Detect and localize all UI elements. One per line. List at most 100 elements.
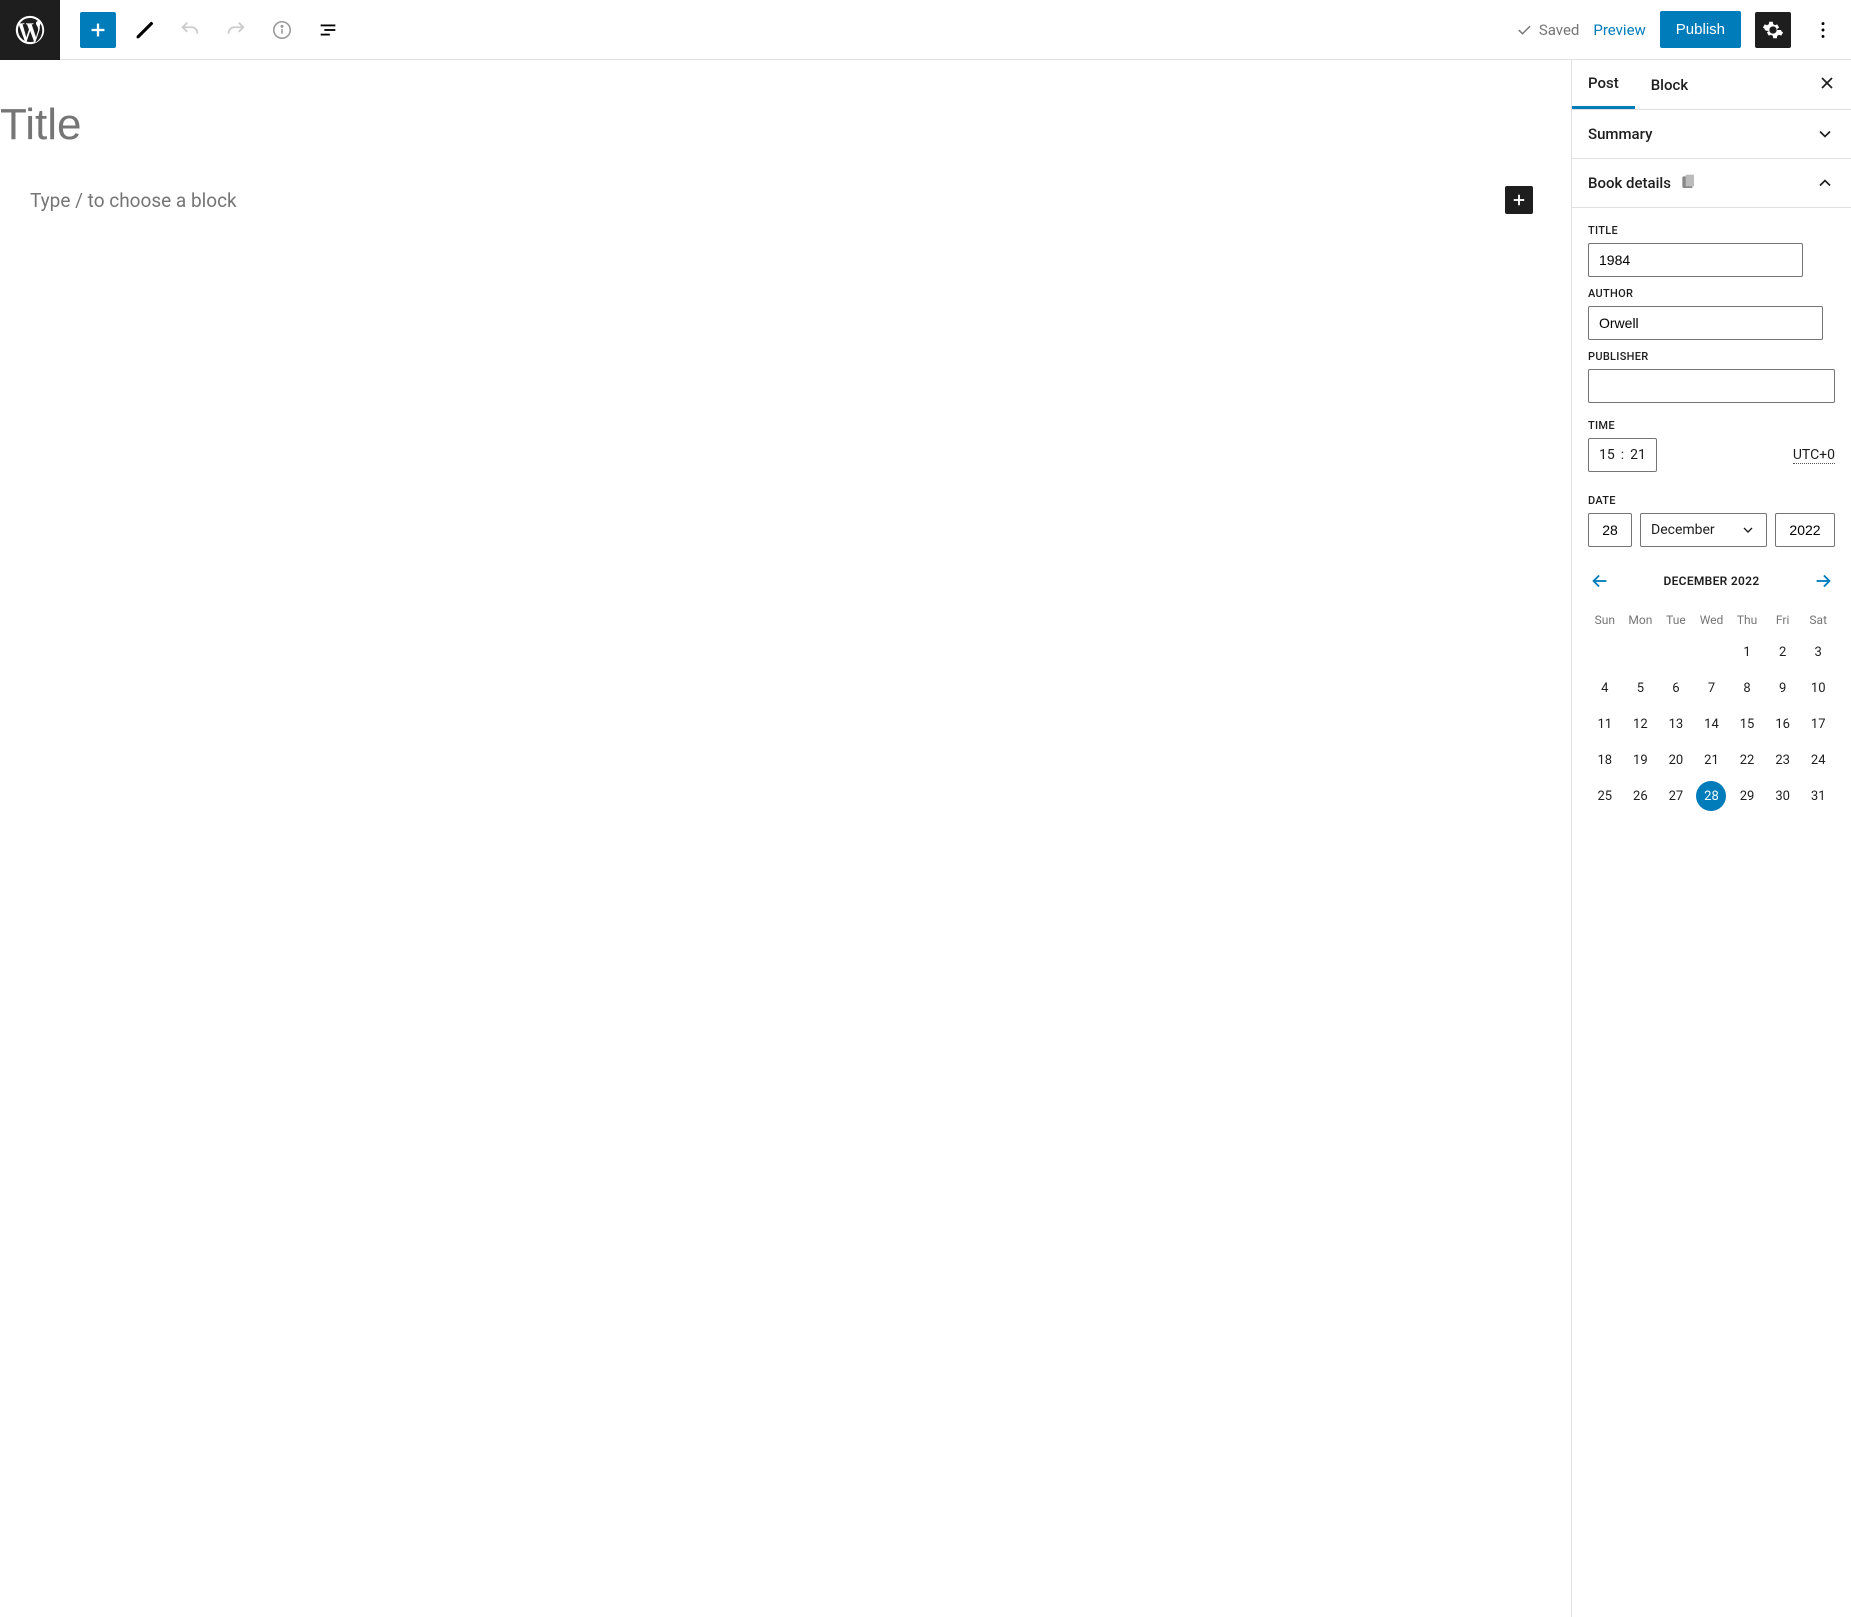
- cal-day[interactable]: 30: [1768, 781, 1798, 811]
- plus-icon: [87, 19, 109, 41]
- panel-book-details[interactable]: Book details: [1572, 159, 1851, 208]
- preview-button[interactable]: Preview: [1593, 21, 1645, 39]
- cal-day-name: Tue: [1659, 607, 1693, 633]
- time-hour: 15: [1599, 447, 1615, 463]
- cal-prev-button[interactable]: [1588, 569, 1612, 593]
- cal-day[interactable]: 21: [1696, 745, 1726, 775]
- cal-day[interactable]: 11: [1590, 709, 1620, 739]
- tools-button[interactable]: [126, 12, 162, 48]
- cal-day[interactable]: 26: [1625, 781, 1655, 811]
- publisher-field-label: PUBLISHER: [1588, 350, 1835, 363]
- undo-icon: [179, 19, 201, 41]
- options-button[interactable]: [1805, 12, 1841, 48]
- cal-day[interactable]: 27: [1661, 781, 1691, 811]
- publisher-field[interactable]: [1588, 369, 1835, 403]
- cal-day[interactable]: 9: [1768, 673, 1798, 703]
- toolbar-left: [60, 12, 346, 48]
- main: Type / to choose a block Post Block Summ…: [0, 60, 1851, 1617]
- cal-empty: [1661, 637, 1691, 667]
- arrow-left-icon: [1589, 570, 1611, 592]
- cal-day[interactable]: 19: [1625, 745, 1655, 775]
- cal-day[interactable]: 28: [1696, 781, 1726, 811]
- date-year-input[interactable]: [1775, 513, 1835, 547]
- cal-day[interactable]: 6: [1661, 673, 1691, 703]
- redo-icon: [225, 19, 247, 41]
- wordpress-logo[interactable]: [0, 0, 60, 60]
- cal-day[interactable]: 31: [1803, 781, 1833, 811]
- panel-summary-label: Summary: [1588, 125, 1652, 143]
- calendar-grid: SunMonTueWedThuFriSat1234567891011121314…: [1588, 607, 1835, 813]
- tab-post[interactable]: Post: [1572, 60, 1635, 109]
- block-placeholder-row: Type / to choose a block: [0, 186, 1541, 214]
- title-field-label: TITLE: [1588, 224, 1835, 237]
- cal-day[interactable]: 12: [1625, 709, 1655, 739]
- wordpress-icon: [13, 13, 47, 47]
- settings-button[interactable]: [1755, 12, 1791, 48]
- cal-day[interactable]: 3: [1803, 637, 1833, 667]
- chevron-down-icon: [1815, 124, 1835, 144]
- redo-button[interactable]: [218, 12, 254, 48]
- cal-day[interactable]: 10: [1803, 673, 1833, 703]
- saved-label: Saved: [1539, 21, 1580, 39]
- cal-empty: [1696, 637, 1726, 667]
- book-icon: [1679, 173, 1699, 193]
- cal-day-name: Thu: [1730, 607, 1764, 633]
- outline-button[interactable]: [310, 12, 346, 48]
- post-title-input[interactable]: [0, 100, 1541, 150]
- close-icon: [1817, 73, 1837, 93]
- time-minute: 21: [1630, 447, 1646, 463]
- cal-day-name: Fri: [1766, 607, 1800, 633]
- cal-day[interactable]: 2: [1768, 637, 1798, 667]
- saved-indicator: Saved: [1515, 21, 1580, 39]
- cal-day[interactable]: 23: [1768, 745, 1798, 775]
- undo-button[interactable]: [172, 12, 208, 48]
- sidebar: Post Block Summary Book details TITLE: [1571, 60, 1851, 1617]
- cal-day[interactable]: 25: [1590, 781, 1620, 811]
- cal-day[interactable]: 18: [1590, 745, 1620, 775]
- date-month-select[interactable]: December: [1640, 513, 1767, 547]
- cal-day[interactable]: 8: [1732, 673, 1762, 703]
- publish-button[interactable]: Publish: [1660, 11, 1741, 48]
- cal-day[interactable]: 1: [1732, 637, 1762, 667]
- info-icon: [271, 19, 293, 41]
- info-button[interactable]: [264, 12, 300, 48]
- time-sep: :: [1621, 447, 1624, 463]
- pencil-icon: [133, 19, 155, 41]
- cal-day[interactable]: 14: [1696, 709, 1726, 739]
- cal-day[interactable]: 15: [1732, 709, 1762, 739]
- cal-day[interactable]: 7: [1696, 673, 1726, 703]
- close-sidebar-button[interactable]: [1803, 61, 1851, 109]
- kebab-icon: [1812, 19, 1834, 41]
- cal-day-name: Sat: [1801, 607, 1835, 633]
- panel-book-details-body: TITLE AUTHOR PUBLISHER TIME 15 : 21 UTC+…: [1572, 208, 1851, 825]
- editor-area: Type / to choose a block: [0, 60, 1571, 1617]
- cal-day-name: Sun: [1588, 607, 1622, 633]
- gear-icon: [1762, 19, 1784, 41]
- cal-day[interactable]: 22: [1732, 745, 1762, 775]
- cal-day[interactable]: 16: [1768, 709, 1798, 739]
- cal-day[interactable]: 29: [1732, 781, 1762, 811]
- cal-day[interactable]: 17: [1803, 709, 1833, 739]
- date-day-input[interactable]: [1588, 513, 1632, 547]
- block-placeholder[interactable]: Type / to choose a block: [30, 189, 1505, 212]
- cal-day[interactable]: 13: [1661, 709, 1691, 739]
- cal-day[interactable]: 20: [1661, 745, 1691, 775]
- cal-day[interactable]: 24: [1803, 745, 1833, 775]
- title-field[interactable]: [1588, 243, 1803, 277]
- timezone-label[interactable]: UTC+0: [1793, 447, 1835, 464]
- panel-summary[interactable]: Summary: [1572, 110, 1851, 159]
- cal-next-button[interactable]: [1811, 569, 1835, 593]
- add-block-inline-button[interactable]: [1505, 186, 1533, 214]
- cal-month-label: DECEMBER 2022: [1663, 574, 1759, 588]
- add-block-button[interactable]: [80, 12, 116, 48]
- cal-day[interactable]: 5: [1625, 673, 1655, 703]
- tab-block[interactable]: Block: [1635, 62, 1704, 108]
- author-field[interactable]: [1588, 306, 1823, 340]
- cal-day[interactable]: 4: [1590, 673, 1620, 703]
- chevron-up-icon: [1815, 173, 1835, 193]
- cal-day-name: Wed: [1695, 607, 1729, 633]
- time-input[interactable]: 15 : 21: [1588, 438, 1657, 472]
- date-field-label: DATE: [1588, 494, 1835, 507]
- top-bar: Saved Preview Publish: [0, 0, 1851, 60]
- author-field-label: AUTHOR: [1588, 287, 1835, 300]
